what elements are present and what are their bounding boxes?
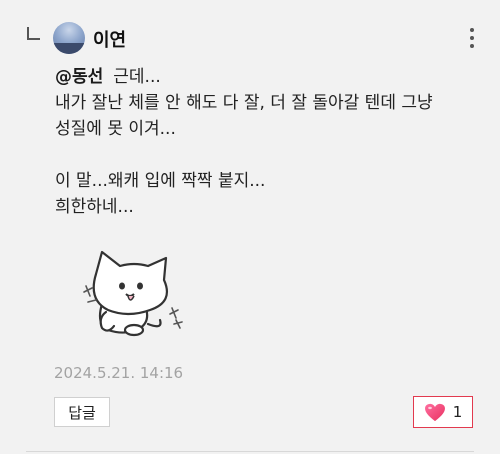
divider bbox=[26, 451, 474, 452]
cat-sticker bbox=[83, 250, 183, 337]
reply-arrow-icon bbox=[27, 27, 40, 40]
comment-text: 근데... bbox=[113, 67, 161, 87]
like-count: 1 bbox=[452, 403, 463, 421]
comment-line: 내가 잘난 체를 안 해도 다 잘, 더 잘 돌아갈 텐데 그냥 bbox=[55, 93, 433, 113]
heart-icon bbox=[424, 403, 445, 421]
comment-line: @동선 근데... bbox=[55, 64, 485, 90]
comment-line: 희한하네... bbox=[55, 197, 134, 217]
comment-line: 성질에 못 이겨... bbox=[55, 119, 176, 139]
comment-timestamp: 2024.5.21. 14:16 bbox=[54, 364, 184, 382]
more-options-button[interactable] bbox=[462, 26, 482, 50]
author-name[interactable]: 이연 bbox=[93, 26, 126, 52]
comment-line: 이 말...왜캐 입에 짝짝 붙지... bbox=[55, 171, 266, 191]
like-button[interactable]: 1 bbox=[413, 396, 473, 428]
avatar[interactable] bbox=[53, 22, 85, 54]
reply-button[interactable]: 답글 bbox=[54, 397, 110, 427]
more-vertical-icon bbox=[470, 28, 474, 32]
mention-link[interactable]: @동선 bbox=[55, 67, 103, 87]
comment-body: @동선 근데... 내가 잘난 체를 안 해도 다 잘, 더 잘 돌아갈 텐데 그… bbox=[55, 64, 485, 220]
